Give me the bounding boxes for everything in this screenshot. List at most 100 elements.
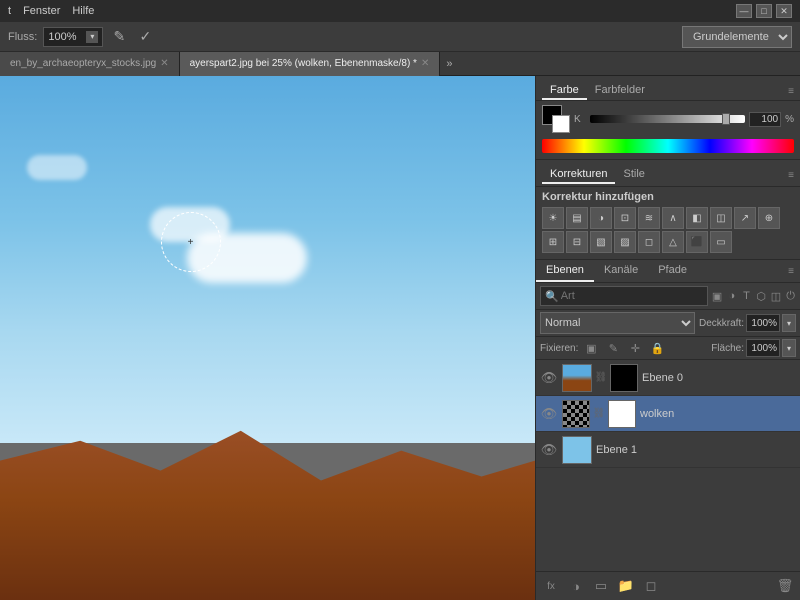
delete-layer-icon[interactable]: 🗑	[774, 575, 796, 597]
layer-search-input[interactable]	[561, 290, 703, 302]
lock-position-icon[interactable]: ✛	[626, 339, 644, 357]
tab-ebenen[interactable]: Ebenen	[536, 260, 594, 282]
opacity-input[interactable]	[746, 314, 780, 332]
layer-2-visibility[interactable]: 👁	[540, 442, 558, 458]
fluss-input[interactable]	[48, 31, 84, 43]
corr-icon-channel[interactable]: ⊕	[758, 207, 780, 229]
layers-bottom: fx ◑ ▭ 📁 ◻ 🗑	[536, 571, 800, 600]
fg-bg-colors[interactable]	[542, 105, 570, 133]
corrections-panel-tabs: Korrekturen Stile ≡	[536, 164, 800, 187]
blend-mode-row: Normal Auflösen Abdunkeln Deckkraft: ▾	[536, 310, 800, 337]
corr-icon-exposure[interactable]: ⊡	[614, 207, 636, 229]
layer-filter-pixel[interactable]: ▣	[712, 286, 723, 306]
lock-transparency-icon[interactable]: ▣	[582, 339, 600, 357]
lock-pixels-icon[interactable]: ✎	[604, 339, 622, 357]
corrections-icons: ☀ ▤ ◑ ⊡ ≋ ∧ ◧ ◫ ↗ ⊕ ⊞ ⊟ ▧ ▨ ◻ △ ⬛ ▭	[536, 205, 800, 255]
maximize-button[interactable]: □	[756, 4, 772, 18]
tab-pfade[interactable]: Pfade	[648, 260, 697, 282]
k-value-input[interactable]	[749, 112, 781, 127]
color-panel-options[interactable]: ≡	[788, 86, 794, 97]
add-mask-icon[interactable]: ◑	[565, 575, 587, 597]
layer-2-thumb	[562, 436, 592, 464]
layer-1-visibility[interactable]: 👁	[540, 406, 558, 422]
blend-mode-wrap[interactable]: Normal Auflösen Abdunkeln	[540, 312, 695, 334]
corr-icon-gradient[interactable]: ▧	[590, 231, 612, 253]
layer-0-name: Ebene 0	[642, 372, 796, 384]
fluss-dropdown-arrow[interactable]: ▾	[86, 31, 98, 43]
k-slider[interactable]	[590, 115, 745, 123]
layer-search-wrap[interactable]: 🔍	[540, 286, 708, 306]
corr-icon-photofilter[interactable]: ↗	[734, 207, 756, 229]
corr-icon-solid[interactable]: △	[662, 231, 684, 253]
fill-arrow[interactable]: ▾	[782, 339, 796, 357]
tab-1-close[interactable]: ✕	[421, 58, 429, 69]
color-tab-farbe[interactable]: Farbe	[542, 82, 587, 100]
layer-filter-toggle[interactable]: ⏻	[785, 286, 796, 306]
menu-item-t[interactable]: t	[8, 5, 11, 17]
corr-icon-bw[interactable]: ◫	[710, 207, 732, 229]
corr-icon-selective[interactable]: ▨	[614, 231, 636, 253]
corr-icon-threshold[interactable]: ⊞	[542, 231, 564, 253]
new-layer-icon[interactable]: ◻	[640, 575, 662, 597]
layer-item-0[interactable]: 👁 ⛓ Ebene 0	[536, 360, 800, 396]
corr-icon-curves[interactable]: ◑	[590, 207, 612, 229]
corrections-tab-korrekturen[interactable]: Korrekturen	[542, 166, 615, 184]
corrections-title: Korrektur hinzufügen	[536, 187, 800, 205]
corrections-section: Korrekturen Stile ≡ Korrektur hinzufügen…	[536, 160, 800, 260]
tab-overflow[interactable]: »	[440, 58, 458, 70]
corrections-tab-stile[interactable]: Stile	[615, 166, 652, 184]
menu-item-fenster[interactable]: Fenster	[23, 5, 60, 17]
corr-icon-levels[interactable]: ▤	[566, 207, 588, 229]
corr-icon-vibrance[interactable]: ≋	[638, 207, 660, 229]
color-tab-farbfelder[interactable]: Farbfelder	[587, 82, 653, 100]
right-panel: Farbe Farbfelder ≡ K	[535, 76, 800, 600]
toolbar-icon-1[interactable]: ✎	[109, 27, 129, 47]
layer-filter-adjust[interactable]: ◑	[726, 286, 737, 306]
layer-filter-smart[interactable]: ◫	[771, 286, 782, 306]
workspace-select-wrap[interactable]: Grundelemente Malen Fotografie	[682, 26, 792, 48]
tab-0[interactable]: en_by_archaeopteryx_stocks.jpg ✕	[0, 52, 180, 76]
layer-0-visibility[interactable]: 👁	[540, 370, 558, 386]
canvas-area[interactable]: +	[0, 76, 535, 600]
new-group-icon[interactable]: 📁	[615, 575, 637, 597]
toolbar: Fluss: ▾ ✎ ✓ Grundelemente Malen Fotogra…	[0, 22, 800, 52]
corr-icon-brightness[interactable]: ☀	[542, 207, 564, 229]
k-slider-row: K %	[574, 112, 794, 127]
layers-panel-options[interactable]: ≡	[788, 266, 800, 277]
color-slider-section: K %	[574, 112, 794, 127]
k-percent: %	[785, 114, 794, 125]
spectrum-bar[interactable]	[542, 139, 794, 153]
new-adjustment-icon[interactable]: ▭	[590, 575, 612, 597]
corr-icon-hsl[interactable]: ∧	[662, 207, 684, 229]
fill-input[interactable]	[746, 339, 780, 357]
lock-all-icon[interactable]: 🔒	[648, 339, 666, 357]
tab-kanaele[interactable]: Kanäle	[594, 260, 648, 282]
tab-0-close[interactable]: ✕	[160, 58, 168, 69]
minimize-button[interactable]: —	[736, 4, 752, 18]
corr-icon-pattern[interactable]: ⬛	[686, 231, 708, 253]
title-bar: t Fenster Hilfe — □ ✕	[0, 0, 800, 22]
corr-icon-posterize[interactable]: ⊟	[566, 231, 588, 253]
menu-item-hilfe[interactable]: Hilfe	[72, 5, 94, 17]
corrections-panel-options[interactable]: ≡	[788, 170, 794, 181]
bg-color[interactable]	[552, 115, 570, 133]
layers-section: Ebenen Kanäle Pfade ≡ 🔍 ▣ ◑ T ⬡ ◫ ⏻	[536, 260, 800, 600]
k-slider-thumb[interactable]	[722, 113, 730, 125]
layer-item-2[interactable]: 👁 Ebene 1	[536, 432, 800, 468]
blend-mode-select[interactable]: Normal Auflösen Abdunkeln	[540, 312, 695, 334]
close-button[interactable]: ✕	[776, 4, 792, 18]
layer-item-1[interactable]: 👁 ⛓ wolken	[536, 396, 800, 432]
corr-icon-shape[interactable]: ▭	[710, 231, 732, 253]
layer-filter-text[interactable]: T	[741, 286, 752, 306]
tab-1[interactable]: ayerspart2.jpg bei 25% (wolken, Ebenenma…	[180, 52, 441, 76]
add-layer-style-icon[interactable]: fx	[540, 575, 562, 597]
corr-icon-colorbalance[interactable]: ◧	[686, 207, 708, 229]
selection-circle: +	[161, 212, 221, 272]
layer-filter-shape[interactable]: ⬡	[756, 286, 767, 306]
opacity-arrow[interactable]: ▾	[782, 314, 796, 332]
corr-icon-invert[interactable]: ◻	[638, 231, 660, 253]
lock-row: Fixieren: ▣ ✎ ✛ 🔒 Fläche: ▾	[536, 337, 800, 360]
toolbar-icon-2[interactable]: ✓	[135, 27, 155, 47]
fluss-input-wrap[interactable]: ▾	[43, 27, 103, 47]
workspace-select[interactable]: Grundelemente Malen Fotografie	[682, 26, 792, 48]
